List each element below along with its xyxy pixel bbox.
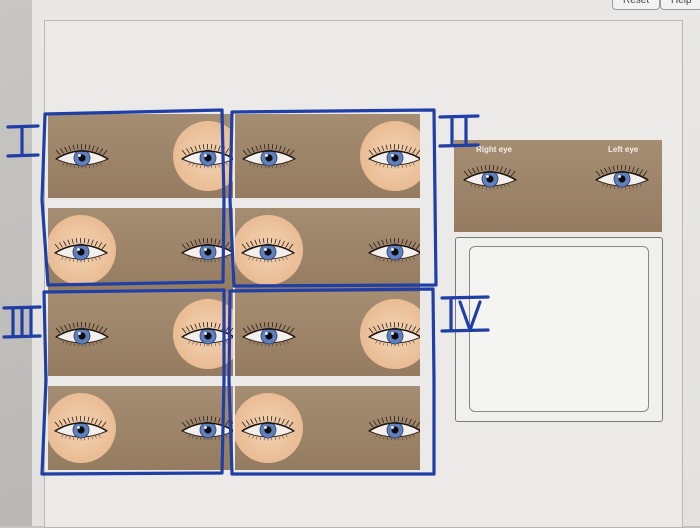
eye-icon (238, 235, 298, 265)
option-image-bottom (235, 208, 420, 292)
eye-icon (178, 235, 233, 265)
reference-eye-image: Right eye Left eye (454, 140, 662, 232)
option-image-top (235, 114, 420, 198)
eye-icon (365, 141, 420, 171)
option-image-bottom (235, 386, 420, 470)
eye-icon (239, 319, 299, 349)
eye-icon (178, 413, 233, 443)
reset-button[interactable]: Reset (612, 0, 660, 10)
answer-option-iv[interactable] (235, 292, 420, 472)
option-image-top (48, 292, 233, 376)
right-eye-label: Right eye (476, 145, 512, 154)
eye-icon (365, 235, 420, 265)
eye-icon (365, 319, 420, 349)
eye-icon (178, 319, 233, 349)
answer-option-ii[interactable] (235, 114, 420, 294)
help-button[interactable]: Help (660, 0, 700, 10)
eye-icon (52, 141, 112, 171)
eye-icon (51, 413, 111, 443)
option-image-top (48, 114, 233, 198)
left-eye-label: Left eye (608, 145, 638, 154)
option-image-top (235, 292, 420, 376)
answer-option-i[interactable] (48, 114, 233, 294)
answer-drop-zone[interactable] (455, 237, 663, 422)
answer-option-iii[interactable] (48, 292, 233, 472)
eye-icon (239, 141, 299, 171)
left-eye-icon (592, 162, 652, 192)
option-image-bottom (48, 386, 233, 470)
eye-icon (52, 319, 112, 349)
eye-icon (51, 235, 111, 265)
eye-icon (238, 413, 298, 443)
eye-icon (178, 141, 233, 171)
answer-slot[interactable] (469, 246, 649, 412)
eye-icon (365, 413, 420, 443)
right-eye-icon (460, 162, 520, 192)
option-image-bottom (48, 208, 233, 292)
